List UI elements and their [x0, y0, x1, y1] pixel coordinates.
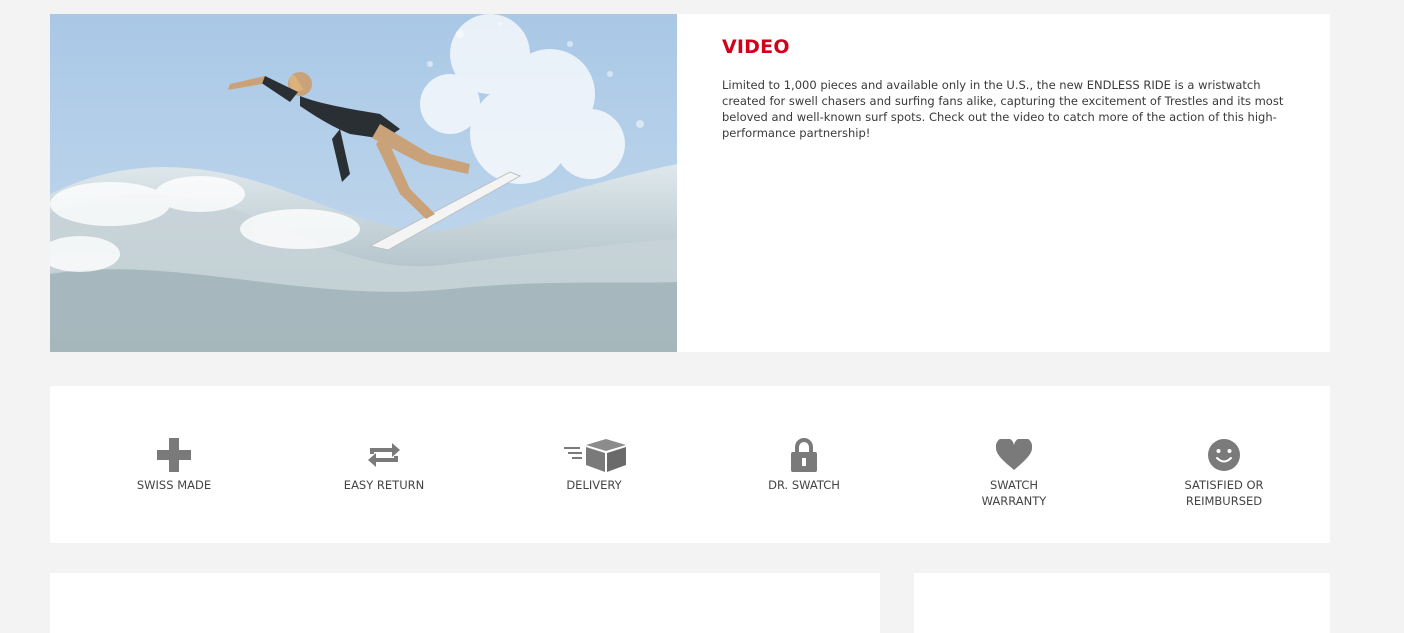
surfer-image — [50, 14, 677, 352]
return-arrows-icon — [304, 436, 464, 474]
delivery-box-icon — [514, 436, 674, 474]
video-title: VIDEO — [722, 36, 790, 58]
feature-easy-return[interactable]: EASY RETURN — [304, 436, 464, 493]
plus-icon — [94, 436, 254, 474]
feature-dr-swatch[interactable]: DR. SWATCH — [724, 436, 884, 493]
feature-swiss-made[interactable]: SWISS MADE — [94, 436, 254, 493]
feature-label: SWISS MADE — [136, 478, 212, 492]
content-panel-right — [914, 573, 1330, 633]
feature-delivery[interactable]: DELIVERY — [514, 436, 674, 493]
feature-label: EASY RETURN — [343, 478, 425, 492]
feature-label: SWATCH WARRANTY — [981, 478, 1047, 508]
feature-label: DR. SWATCH — [768, 478, 840, 492]
feature-label: DELIVERY — [566, 478, 622, 492]
content-panel-left — [50, 573, 880, 633]
lock-icon — [724, 436, 884, 474]
video-text-block: VIDEO Limited to 1,000 pieces and availa… — [722, 36, 1302, 141]
feature-label: SATISFIED OR REIMBURSED — [1184, 478, 1264, 508]
heart-icon — [934, 436, 1094, 474]
video-description: Limited to 1,000 pieces and available on… — [722, 78, 1284, 140]
video-section: VIDEO Limited to 1,000 pieces and availa… — [50, 14, 1330, 352]
feature-satisfied-or-reimbursed[interactable]: SATISFIED OR REIMBURSED — [1144, 436, 1304, 509]
smiley-icon — [1144, 436, 1304, 474]
feature-swatch-warranty[interactable]: SWATCH WARRANTY — [934, 436, 1094, 509]
video-thumbnail[interactable] — [50, 14, 677, 352]
service-features: SWISS MADE EASY RETURN DELIVERY DR. SWAT… — [50, 386, 1330, 543]
